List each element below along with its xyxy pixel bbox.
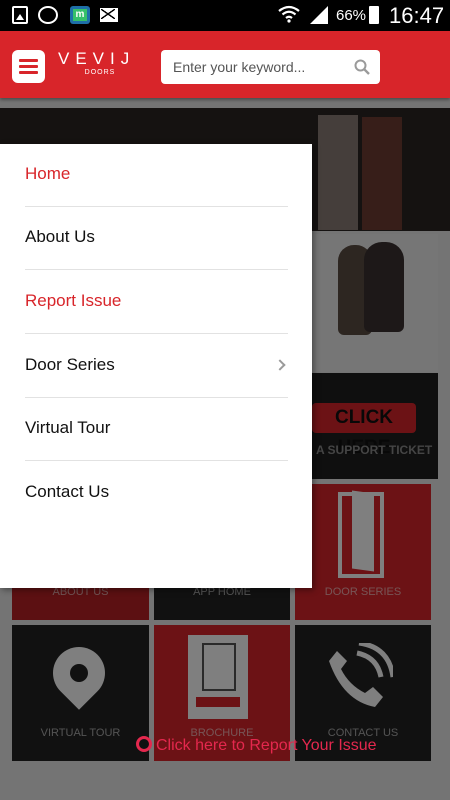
whatsapp-icon xyxy=(38,6,58,24)
battery-percent: 66% xyxy=(336,7,367,24)
brand-subtitle: DOORS xyxy=(84,69,116,76)
report-issue-link[interactable]: Click here to Report Your Issue xyxy=(136,736,377,755)
nav-item-about-us[interactable]: About Us xyxy=(25,207,288,270)
gallery-icon xyxy=(12,6,28,24)
nav-item-report-issue[interactable]: Report Issue xyxy=(25,271,288,334)
brand-name: VEVIJ xyxy=(58,49,136,68)
nav-item-label: Virtual Tour xyxy=(25,418,111,437)
app-icon: m xyxy=(70,6,90,24)
search-icon[interactable] xyxy=(354,59,370,75)
nav-item-label: About Us xyxy=(25,227,95,246)
signal-icon xyxy=(310,6,328,24)
wifi-icon xyxy=(278,5,300,23)
nav-item-contact-us[interactable]: Contact Us xyxy=(25,462,288,525)
nav-item-label: Report Issue xyxy=(25,291,122,310)
battery-icon xyxy=(369,6,379,24)
hamburger-menu-button[interactable] xyxy=(12,50,45,83)
chevron-right-icon xyxy=(274,359,286,371)
navigation-drawer: Home About Us Report Issue Door Series V… xyxy=(0,144,312,588)
brand-logo[interactable]: VEVIJ DOORS xyxy=(58,49,148,76)
search-input[interactable] xyxy=(161,50,346,84)
clock: 16:47 xyxy=(389,3,445,28)
app-badge-label: m xyxy=(73,9,87,21)
report-issue-link-label: Click here to Report Your Issue xyxy=(156,737,377,754)
status-bar: m 66% 16:47 xyxy=(0,0,450,31)
lifebuoy-icon xyxy=(136,736,152,752)
nav-item-label: Door Series xyxy=(25,355,115,374)
nav-item-label: Home xyxy=(25,164,71,183)
nav-item-label: Contact Us xyxy=(25,482,110,501)
search-box xyxy=(161,50,380,84)
nav-item-virtual-tour[interactable]: Virtual Tour xyxy=(25,398,288,461)
mail-icon xyxy=(100,8,118,22)
app-header: VEVIJ DOORS xyxy=(0,31,450,98)
nav-item-door-series[interactable]: Door Series xyxy=(25,335,288,398)
nav-item-home[interactable]: Home xyxy=(25,144,288,207)
